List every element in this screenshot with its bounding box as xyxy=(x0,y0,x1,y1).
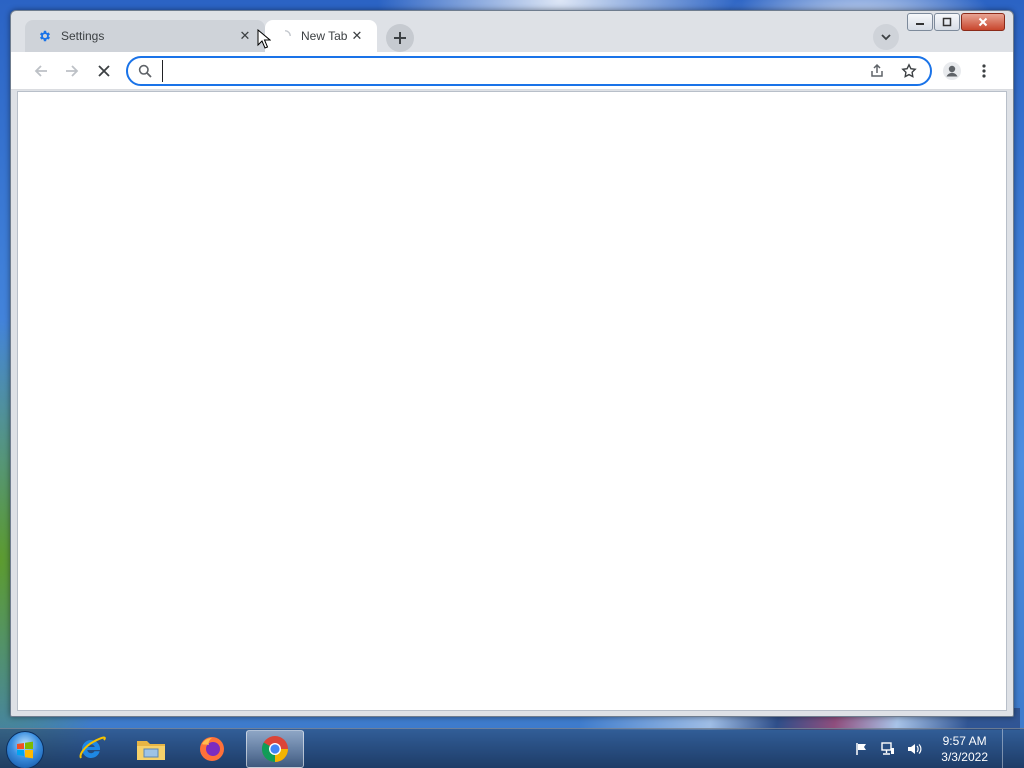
taskbar-chrome[interactable] xyxy=(246,730,304,768)
stop-loading-button[interactable] xyxy=(90,57,118,85)
firefox-icon xyxy=(200,737,224,761)
windows-logo-icon xyxy=(17,741,33,759)
back-button[interactable] xyxy=(27,57,55,85)
taskbar-clock[interactable]: 9:57 AM 3/3/2022 xyxy=(941,733,988,765)
close-tab-new-tab-button[interactable]: ✕ xyxy=(349,28,365,44)
minimize-button[interactable] xyxy=(907,13,933,31)
browser-toolbar xyxy=(11,52,1013,90)
system-tray: 9:57 AM 3/3/2022 xyxy=(853,729,1012,768)
back-arrow-icon xyxy=(34,65,47,77)
restore-icon xyxy=(942,17,952,27)
mouse-cursor-icon xyxy=(257,29,271,49)
network-icon[interactable] xyxy=(879,740,897,758)
show-desktop-button[interactable] xyxy=(1002,729,1012,768)
taskbar-internet-explorer[interactable] xyxy=(62,730,120,768)
stop-icon xyxy=(98,65,110,77)
gear-icon xyxy=(37,28,53,44)
file-explorer-icon xyxy=(137,741,165,760)
action-center-flag-icon[interactable] xyxy=(853,740,871,758)
browser-window: Settings ✕ New Tab ✕ xyxy=(10,10,1014,717)
loading-icon xyxy=(277,28,293,44)
taskbar: 9:57 AM 3/3/2022 xyxy=(0,728,1024,768)
bookmark-button[interactable] xyxy=(896,58,922,84)
share-icon xyxy=(871,63,883,77)
tab-settings[interactable]: Settings ✕ xyxy=(25,20,265,52)
address-bar[interactable] xyxy=(126,56,932,86)
close-tab-settings-button[interactable]: ✕ xyxy=(237,28,253,44)
clock-date: 3/3/2022 xyxy=(941,750,988,764)
window-controls xyxy=(907,13,1005,31)
maximize-button[interactable] xyxy=(934,13,960,31)
forward-button[interactable] xyxy=(58,57,86,85)
profile-button[interactable] xyxy=(938,57,966,85)
volume-icon[interactable] xyxy=(905,740,923,758)
tab-search-button[interactable] xyxy=(873,24,899,50)
forward-arrow-icon xyxy=(66,65,79,77)
tab-settings-label: Settings xyxy=(61,29,105,43)
chrome-icon xyxy=(261,736,288,763)
page-content xyxy=(17,91,1007,711)
chevron-down-icon xyxy=(881,34,891,41)
tab-strip: Settings ✕ New Tab ✕ xyxy=(11,11,1013,55)
plus-icon xyxy=(394,32,406,44)
taskbar-file-explorer[interactable] xyxy=(122,730,180,768)
address-input[interactable] xyxy=(162,60,864,82)
taskbar-firefox[interactable] xyxy=(183,730,241,768)
close-window-button[interactable] xyxy=(961,13,1005,31)
minimize-icon xyxy=(916,23,924,25)
tab-new-tab[interactable]: New Tab ✕ xyxy=(265,20,377,52)
close-icon xyxy=(978,17,988,27)
star-icon xyxy=(901,63,917,78)
search-icon xyxy=(128,64,162,78)
clock-time: 9:57 AM xyxy=(942,734,987,748)
internet-explorer-icon xyxy=(79,736,106,759)
new-tab-button[interactable] xyxy=(386,24,414,52)
tab-new-tab-label: New Tab xyxy=(301,29,348,43)
menu-button[interactable] xyxy=(970,57,998,85)
start-button[interactable] xyxy=(6,731,44,768)
avatar-icon xyxy=(943,62,961,80)
share-button[interactable] xyxy=(864,58,890,84)
more-vert-icon xyxy=(982,64,986,78)
